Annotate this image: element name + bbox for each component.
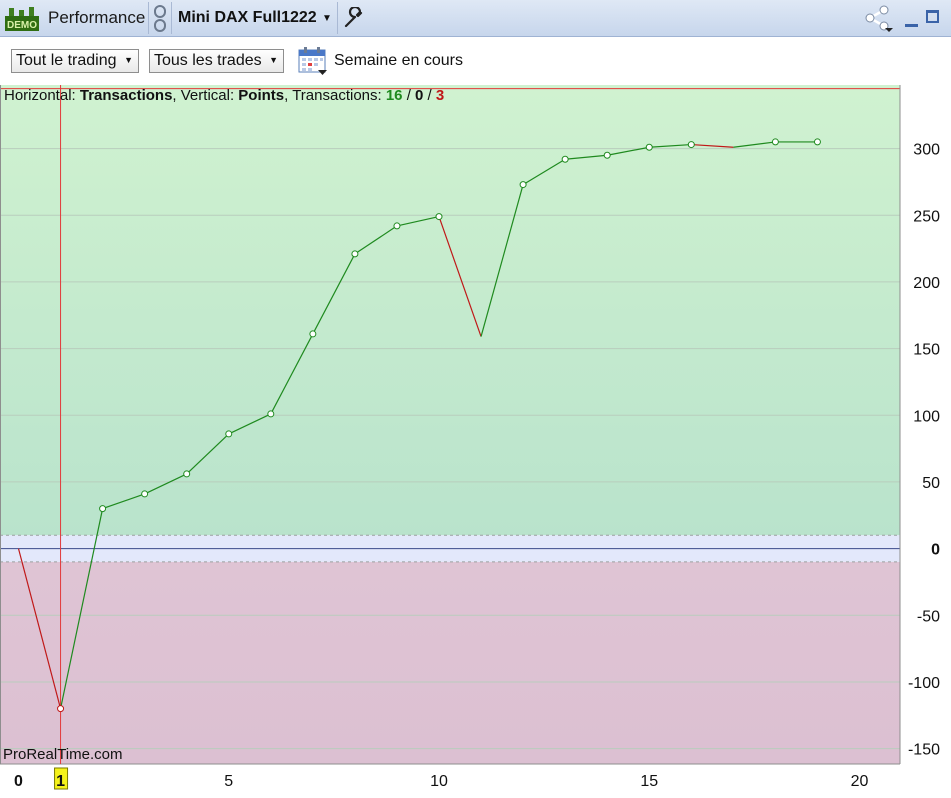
trading-scope-dropdown[interactable]: Tout le trading ▼ — [11, 49, 139, 73]
data-point[interactable] — [141, 490, 149, 498]
count-separator: / — [402, 87, 416, 104]
loss-zone — [0, 561, 900, 764]
horizontal-value: Transactions — [79, 87, 173, 104]
horizontal-prefix: Horizontal: — [4, 87, 80, 104]
data-point[interactable] — [393, 222, 401, 230]
data-point[interactable] — [687, 141, 695, 149]
wrench-icon[interactable] — [343, 7, 365, 29]
data-point[interactable] — [435, 213, 443, 221]
y-tick-label: 100 — [913, 408, 940, 425]
chart-info-line: Horizontal: Transactions, Vertical: Poin… — [4, 87, 444, 104]
data-point[interactable] — [519, 181, 527, 189]
calendar-icon[interactable] — [298, 46, 328, 76]
chevron-down-icon: ▼ — [269, 55, 278, 65]
minimize-icon[interactable] — [905, 24, 918, 27]
y-tick-label: 250 — [913, 208, 940, 225]
demo-badge-text: DEMO — [7, 20, 37, 31]
window-title-bar: DEMO Performance Mini DAX Full1222 ▼ — [0, 0, 951, 37]
y-tick-label: -150 — [908, 742, 940, 759]
gain-zone — [0, 85, 900, 536]
x-tick-label: 20 — [851, 773, 869, 790]
x-tick-label: 15 — [640, 773, 658, 790]
demo-account-icon: DEMO — [5, 7, 39, 31]
share-icon[interactable] — [864, 5, 894, 33]
link-windows-icon[interactable] — [153, 4, 167, 33]
y-tick-label: 150 — [913, 342, 940, 359]
data-point[interactable] — [225, 430, 233, 438]
data-point[interactable] — [645, 143, 653, 151]
losing-count: 3 — [435, 87, 445, 104]
separator — [337, 2, 338, 34]
y-tick-label: 0 — [931, 542, 940, 559]
period-label[interactable]: Semaine en cours — [334, 52, 463, 70]
watermark: ProRealTime.com — [3, 746, 123, 763]
data-point[interactable] — [309, 330, 317, 338]
data-point[interactable] — [351, 250, 359, 258]
x-tick-label: 10 — [430, 773, 448, 790]
chart-canvas[interactable]: -150-100-500501001502002503000 1 5 10 15 20 — [0, 85, 951, 793]
data-point[interactable] — [57, 705, 65, 713]
vertical-value: Points — [238, 87, 285, 104]
separator — [171, 2, 172, 34]
data-point[interactable] — [561, 155, 569, 163]
trades-filter-label: Tous les trades — [154, 52, 262, 69]
equity-curve-chart[interactable]: -150 -100 -50 0 50 100 150 200 250 300 0 1 5 10 15 20 — [0, 85, 951, 793]
data-point[interactable] — [813, 138, 821, 146]
winning-count: 16 — [385, 87, 403, 104]
instrument-selector[interactable]: Mini DAX Full1222 — [178, 0, 317, 36]
transactions-prefix: , Transactions: — [284, 87, 386, 104]
data-point[interactable] — [99, 505, 107, 513]
y-tick-label: 300 — [913, 142, 940, 159]
trading-scope-label: Tout le trading — [16, 52, 117, 69]
y-tick-label: -50 — [917, 608, 940, 625]
y-tick-label: -100 — [908, 675, 940, 692]
chevron-down-icon[interactable]: ▼ — [322, 0, 332, 36]
data-point[interactable] — [267, 410, 275, 418]
x-tick-label: 0 — [14, 773, 23, 790]
x-tick-label: 1 — [56, 773, 65, 790]
trades-filter-dropdown[interactable]: Tous les trades ▼ — [149, 49, 284, 73]
chevron-down-icon: ▼ — [124, 55, 133, 65]
panel-title: Performance — [48, 8, 146, 27]
y-tick-label: 200 — [913, 275, 940, 292]
y-tick-label: 50 — [922, 475, 940, 492]
separator — [148, 2, 149, 34]
data-point[interactable] — [603, 151, 611, 159]
data-point[interactable] — [183, 470, 191, 478]
data-point[interactable] — [771, 138, 779, 146]
count-separator: / — [423, 87, 436, 104]
x-tick-label: 5 — [224, 773, 233, 790]
maximize-icon[interactable] — [926, 10, 939, 23]
vertical-prefix: , Vertical: — [172, 87, 239, 104]
